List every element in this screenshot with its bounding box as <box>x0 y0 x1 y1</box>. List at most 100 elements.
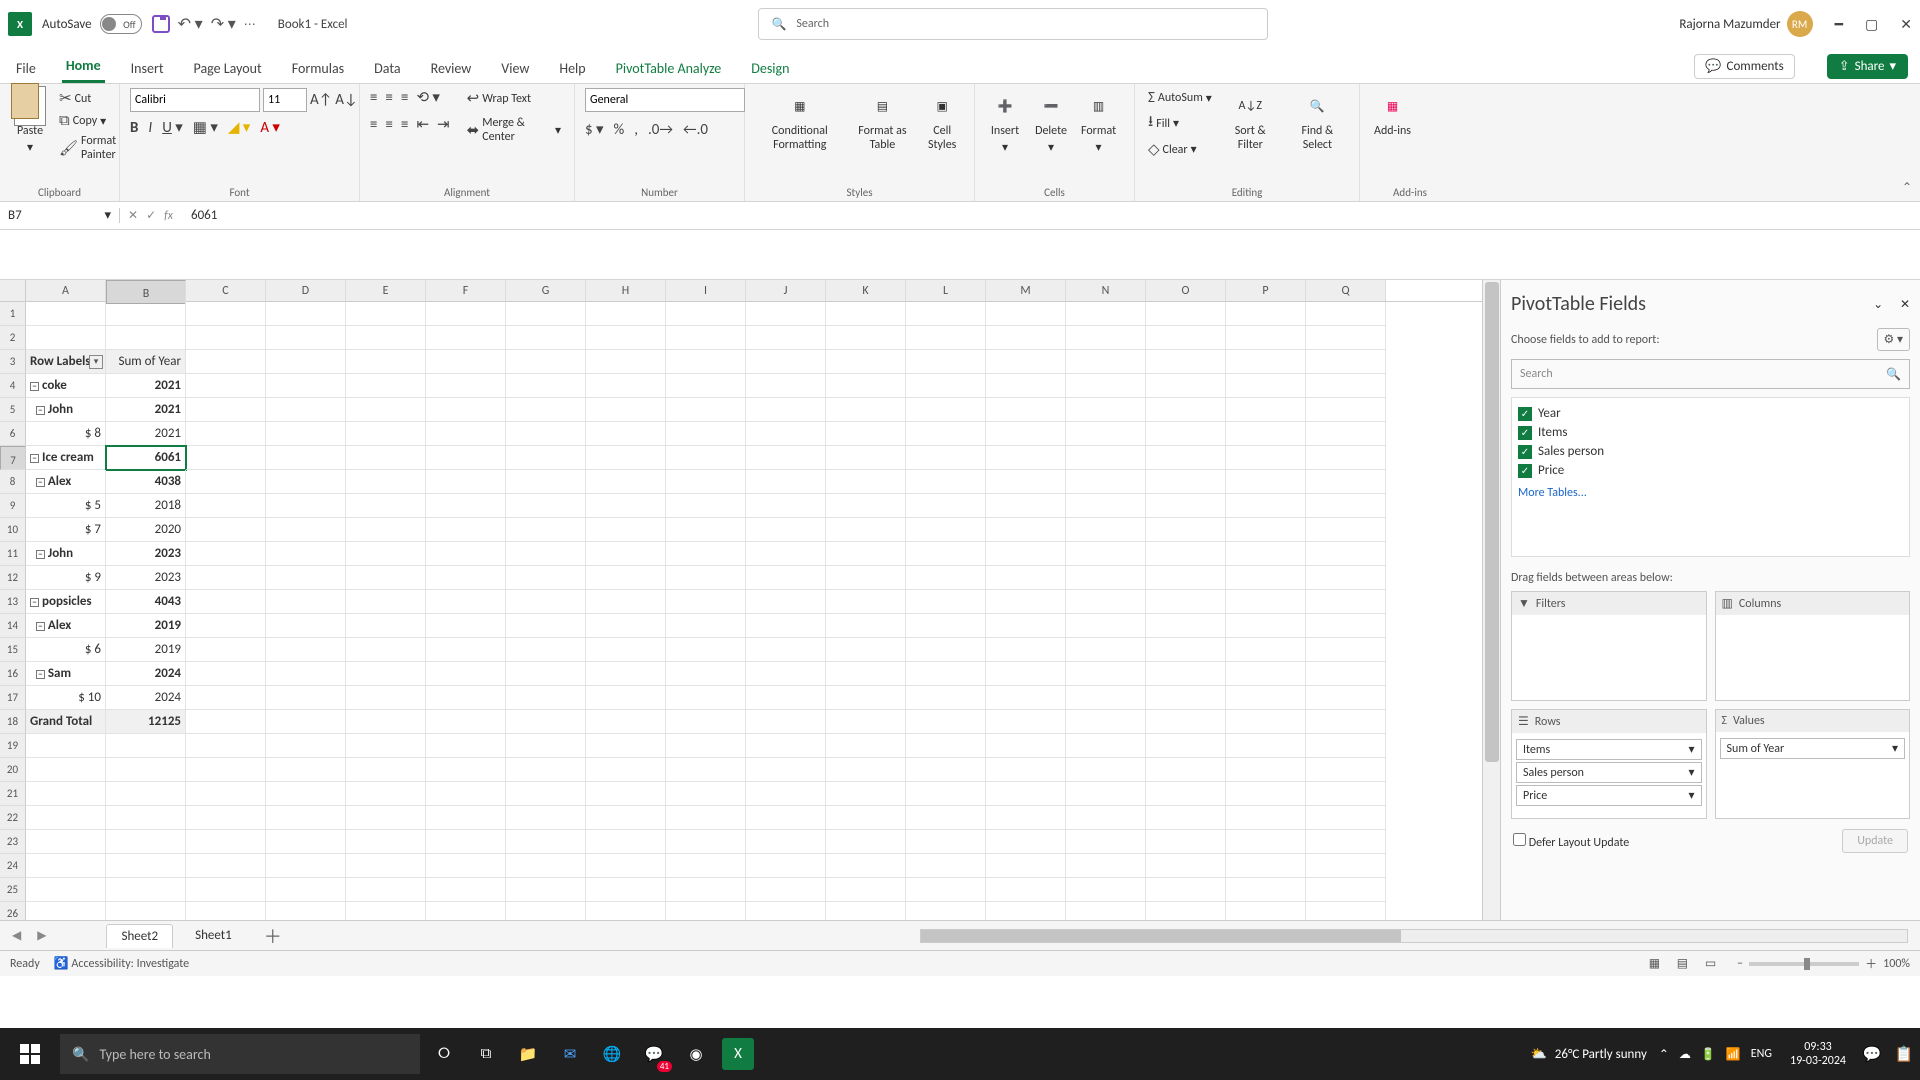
cell-C3[interactable] <box>186 350 266 374</box>
cell-F25[interactable] <box>426 878 506 902</box>
pill-sales-person[interactable]: Sales person▾ <box>1516 762 1702 783</box>
tab-page-layout[interactable]: Page Layout <box>190 60 266 83</box>
cell-F5[interactable] <box>426 398 506 422</box>
cell-K17[interactable] <box>826 686 906 710</box>
cell-Q15[interactable] <box>1306 638 1386 662</box>
row-header[interactable]: 15 <box>0 638 26 662</box>
cell-G10[interactable] <box>506 518 586 542</box>
row-header[interactable]: 17 <box>0 686 26 710</box>
cell-K25[interactable] <box>826 878 906 902</box>
cell-D23[interactable] <box>266 830 346 854</box>
cell-I22[interactable] <box>666 806 746 830</box>
cell-O2[interactable] <box>1146 326 1226 350</box>
cell-Q19[interactable] <box>1306 734 1386 758</box>
cell-D14[interactable] <box>266 614 346 638</box>
cell-K4[interactable] <box>826 374 906 398</box>
collapse-icon[interactable]: − <box>30 598 39 607</box>
zoom-out-icon[interactable]: − <box>1737 957 1743 971</box>
cell-I13[interactable] <box>666 590 746 614</box>
horizontal-scrollbar[interactable] <box>920 929 1908 943</box>
cell-A13[interactable]: −popsicles <box>26 590 106 614</box>
cell-M21[interactable] <box>986 782 1066 806</box>
tab-insert[interactable]: Insert <box>127 60 168 83</box>
bold-button[interactable]: B <box>130 119 138 137</box>
wifi-icon[interactable]: 📶 <box>1726 1047 1741 1062</box>
cell-C8[interactable] <box>186 470 266 494</box>
cell-C24[interactable] <box>186 854 266 878</box>
cell-E26[interactable] <box>346 902 426 920</box>
column-header-G[interactable]: G <box>506 280 586 301</box>
row-header[interactable]: 11 <box>0 542 26 566</box>
cell-C11[interactable] <box>186 542 266 566</box>
cell-H2[interactable] <box>586 326 666 350</box>
column-header-J[interactable]: J <box>746 280 826 301</box>
values-area[interactable]: ΣValues Sum of Year▾ <box>1715 709 1911 819</box>
cell-styles-button[interactable]: ▣Cell Styles <box>920 88 964 154</box>
cell-M23[interactable] <box>986 830 1066 854</box>
cell-I5[interactable] <box>666 398 746 422</box>
sort-filter-button[interactable]: A↓ZSort & Filter <box>1221 88 1280 154</box>
cell-B1[interactable] <box>106 302 186 326</box>
cell-N9[interactable] <box>1066 494 1146 518</box>
cell-A10[interactable]: $ 7 <box>26 518 106 542</box>
cell-M19[interactable] <box>986 734 1066 758</box>
cell-G11[interactable] <box>506 542 586 566</box>
sheet-tab-active[interactable]: Sheet2 <box>106 924 173 948</box>
cell-O26[interactable] <box>1146 902 1226 920</box>
cell-H8[interactable] <box>586 470 666 494</box>
column-header-A[interactable]: A <box>26 280 106 301</box>
cell-O10[interactable] <box>1146 518 1226 542</box>
slider-knob[interactable] <box>1804 958 1810 970</box>
cell-N26[interactable] <box>1066 902 1146 920</box>
cell-I20[interactable] <box>666 758 746 782</box>
increase-decimal-icon[interactable]: .0→ <box>648 121 673 139</box>
chevron-up-icon[interactable]: ⌃ <box>1659 1047 1669 1062</box>
cell-L20[interactable] <box>906 758 986 782</box>
cell-D6[interactable] <box>266 422 346 446</box>
cell-B10[interactable]: 2020 <box>106 518 186 542</box>
scroll-thumb[interactable] <box>1485 282 1499 762</box>
cell-Q12[interactable] <box>1306 566 1386 590</box>
cell-D15[interactable] <box>266 638 346 662</box>
cell-G17[interactable] <box>506 686 586 710</box>
cell-O7[interactable] <box>1146 446 1226 470</box>
cell-A15[interactable]: $ 6 <box>26 638 106 662</box>
collapse-icon[interactable]: − <box>30 382 39 391</box>
cell-C4[interactable] <box>186 374 266 398</box>
redo-icon[interactable]: ↷ ▾ <box>211 14 236 34</box>
cell-D26[interactable] <box>266 902 346 920</box>
column-header-F[interactable]: F <box>426 280 506 301</box>
cell-E21[interactable] <box>346 782 426 806</box>
cell-J1[interactable] <box>746 302 826 326</box>
column-header-O[interactable]: O <box>1146 280 1226 301</box>
cell-Q4[interactable] <box>1306 374 1386 398</box>
cell-M6[interactable] <box>986 422 1066 446</box>
cell-C25[interactable] <box>186 878 266 902</box>
pill-price[interactable]: Price▾ <box>1516 785 1702 806</box>
collapse-icon[interactable]: − <box>36 670 45 679</box>
cell-J14[interactable] <box>746 614 826 638</box>
enter-icon[interactable]: ✓ <box>146 208 156 223</box>
cell-G2[interactable] <box>506 326 586 350</box>
cell-C21[interactable] <box>186 782 266 806</box>
fill-color-button[interactable]: ◢ ▾ <box>228 118 250 137</box>
page-break-view-icon[interactable]: ▭ <box>1698 953 1723 975</box>
cell-G22[interactable] <box>506 806 586 830</box>
weather-widget[interactable]: ⛅26°C Partly sunny <box>1531 1047 1647 1062</box>
cell-H18[interactable] <box>586 710 666 734</box>
cell-E7[interactable] <box>346 446 426 470</box>
cell-O8[interactable] <box>1146 470 1226 494</box>
clear-button[interactable]: ◇Clear ▾ <box>1145 139 1215 160</box>
cell-J24[interactable] <box>746 854 826 878</box>
cell-Q22[interactable] <box>1306 806 1386 830</box>
cell-K21[interactable] <box>826 782 906 806</box>
cell-C14[interactable] <box>186 614 266 638</box>
cell-L25[interactable] <box>906 878 986 902</box>
cell-N14[interactable] <box>1066 614 1146 638</box>
cell-M10[interactable] <box>986 518 1066 542</box>
copy-button[interactable]: ⧉Copy ▾ <box>56 111 119 131</box>
cell-P25[interactable] <box>1226 878 1306 902</box>
cell-O19[interactable] <box>1146 734 1226 758</box>
cell-M22[interactable] <box>986 806 1066 830</box>
cell-E9[interactable] <box>346 494 426 518</box>
